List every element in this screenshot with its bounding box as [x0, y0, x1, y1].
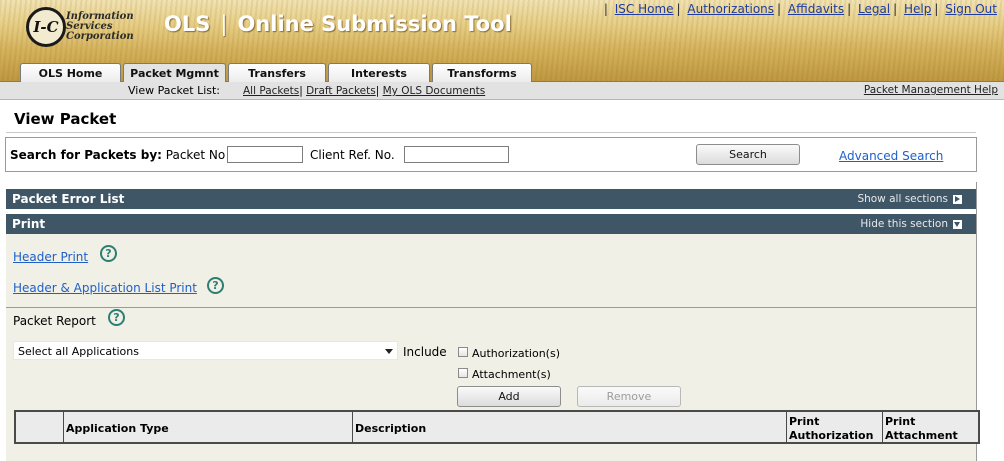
app-short-name: OLS [164, 12, 211, 36]
show-all-sections-toggle[interactable]: Show all sections [857, 193, 962, 205]
affidavits-link[interactable]: Affidavits [788, 2, 844, 16]
add-button[interactable]: Add [457, 386, 561, 407]
client-ref-label: Client Ref. No. [310, 148, 395, 162]
collapse-arrow-icon [953, 219, 962, 229]
header-banner: I-C Information Services Corporation OLS… [0, 0, 1004, 82]
packet-management-help-link[interactable]: Packet Management Help [864, 84, 998, 96]
applications-select-value: Select all Applications [18, 345, 139, 358]
packet-no-label: Packet No [165, 148, 226, 162]
title-separator: | [220, 12, 228, 36]
search-panel: Search for Packets by: Packet No Client … [5, 137, 977, 172]
search-by-label: Search for Packets by: [10, 148, 162, 162]
description-header-label: Description [355, 422, 427, 435]
sign-out-link[interactable]: Sign Out [945, 2, 997, 16]
isc-home-link[interactable]: ISC Home [615, 2, 674, 16]
packet-list-label: View Packet List: [128, 84, 221, 97]
attachment-checkbox-label: Attachment(s) [472, 368, 551, 381]
packet-report-label: Packet Report [13, 314, 96, 328]
authorization-checkbox[interactable] [458, 347, 468, 357]
tab-ols-home[interactable]: OLS Home [20, 63, 121, 82]
print-attachment-column-header: Print Attachment [882, 412, 978, 442]
packet-error-list-title: Packet Error List [12, 192, 125, 206]
company-logo-text: Information Services Corporation [66, 12, 146, 42]
logo-line-3: Corporation [66, 31, 134, 42]
applications-select[interactable]: Select all Applications [13, 341, 398, 360]
all-packets-link[interactable]: All Packets [243, 85, 299, 97]
header-app-list-help-icon[interactable]: ? [207, 277, 224, 294]
tab-packet-mgmnt[interactable]: Packet Mgmnt [123, 63, 226, 82]
select-column-header [16, 412, 63, 442]
top-links: | ISC Home | Authorizations | Affidavits | … [603, 2, 997, 16]
include-label: Include [403, 345, 447, 359]
print-authorization-header-label: Print Authorization [789, 415, 874, 442]
app-title: OLS | Online Submission Tool [164, 12, 512, 36]
packet-report-help-icon[interactable]: ? [108, 309, 125, 326]
chevron-down-icon [385, 349, 393, 354]
header-app-list-print-link[interactable]: Header & Application List Print [13, 281, 197, 295]
page-title: View Packet [14, 110, 117, 128]
main-tabs: OLS Home Packet Mgmnt Transfers Interest… [20, 63, 534, 82]
legal-link[interactable]: Legal [858, 2, 890, 16]
help-link[interactable]: Help [904, 2, 931, 16]
packet-no-input[interactable] [227, 146, 303, 163]
header-print-help-icon[interactable]: ? [100, 245, 117, 262]
advanced-search-link[interactable]: Advanced Search [839, 149, 943, 163]
tab-interests[interactable]: Interests [328, 63, 430, 82]
application-type-column-header: Application Type [63, 412, 352, 442]
isc-logo-icon: I-C [26, 7, 66, 47]
tab-transfers[interactable]: Transfers [228, 63, 326, 82]
hide-section-toggle[interactable]: Hide this section [860, 218, 962, 230]
attachment-checkbox[interactable] [458, 368, 468, 378]
title-divider [6, 132, 976, 133]
authorization-checkbox-label: Authorization(s) [472, 347, 560, 360]
remove-button[interactable]: Remove [577, 386, 681, 407]
print-section-header[interactable]: Print Hide this section [6, 214, 976, 234]
draft-packets-link[interactable]: Draft Packets [306, 85, 376, 97]
description-column-header: Description [352, 412, 786, 442]
print-attachment-header-label: Print Attachment [885, 415, 958, 442]
print-authorization-column-header: Print Authorization [786, 412, 882, 442]
header-print-link[interactable]: Header Print [13, 250, 88, 264]
app-full-name: Online Submission Tool [237, 12, 512, 36]
print-section-title: Print [12, 217, 46, 231]
packet-list-links: All Packets| Draft Packets| My OLS Docum… [243, 85, 486, 97]
client-ref-input[interactable] [404, 146, 509, 163]
search-button[interactable]: Search [696, 144, 800, 165]
applications-table-header: Application Type Description Print Autho… [14, 410, 980, 444]
hide-section-label: Hide this section [860, 218, 948, 230]
packet-error-list-header[interactable]: Packet Error List Show all sections [6, 189, 976, 209]
authorizations-link[interactable]: Authorizations [687, 2, 774, 16]
tab-transforms[interactable]: Transforms [432, 63, 532, 82]
my-ols-documents-link[interactable]: My OLS Documents [383, 85, 486, 97]
application-type-header-label: Application Type [66, 422, 169, 435]
print-divider [6, 307, 976, 308]
search-label: Search for Packets by: Packet No [10, 148, 225, 162]
show-all-sections-label: Show all sections [857, 193, 948, 205]
sub-navigation: View Packet List: All Packets| Draft Pac… [0, 82, 1004, 100]
expand-arrow-icon [953, 194, 962, 204]
